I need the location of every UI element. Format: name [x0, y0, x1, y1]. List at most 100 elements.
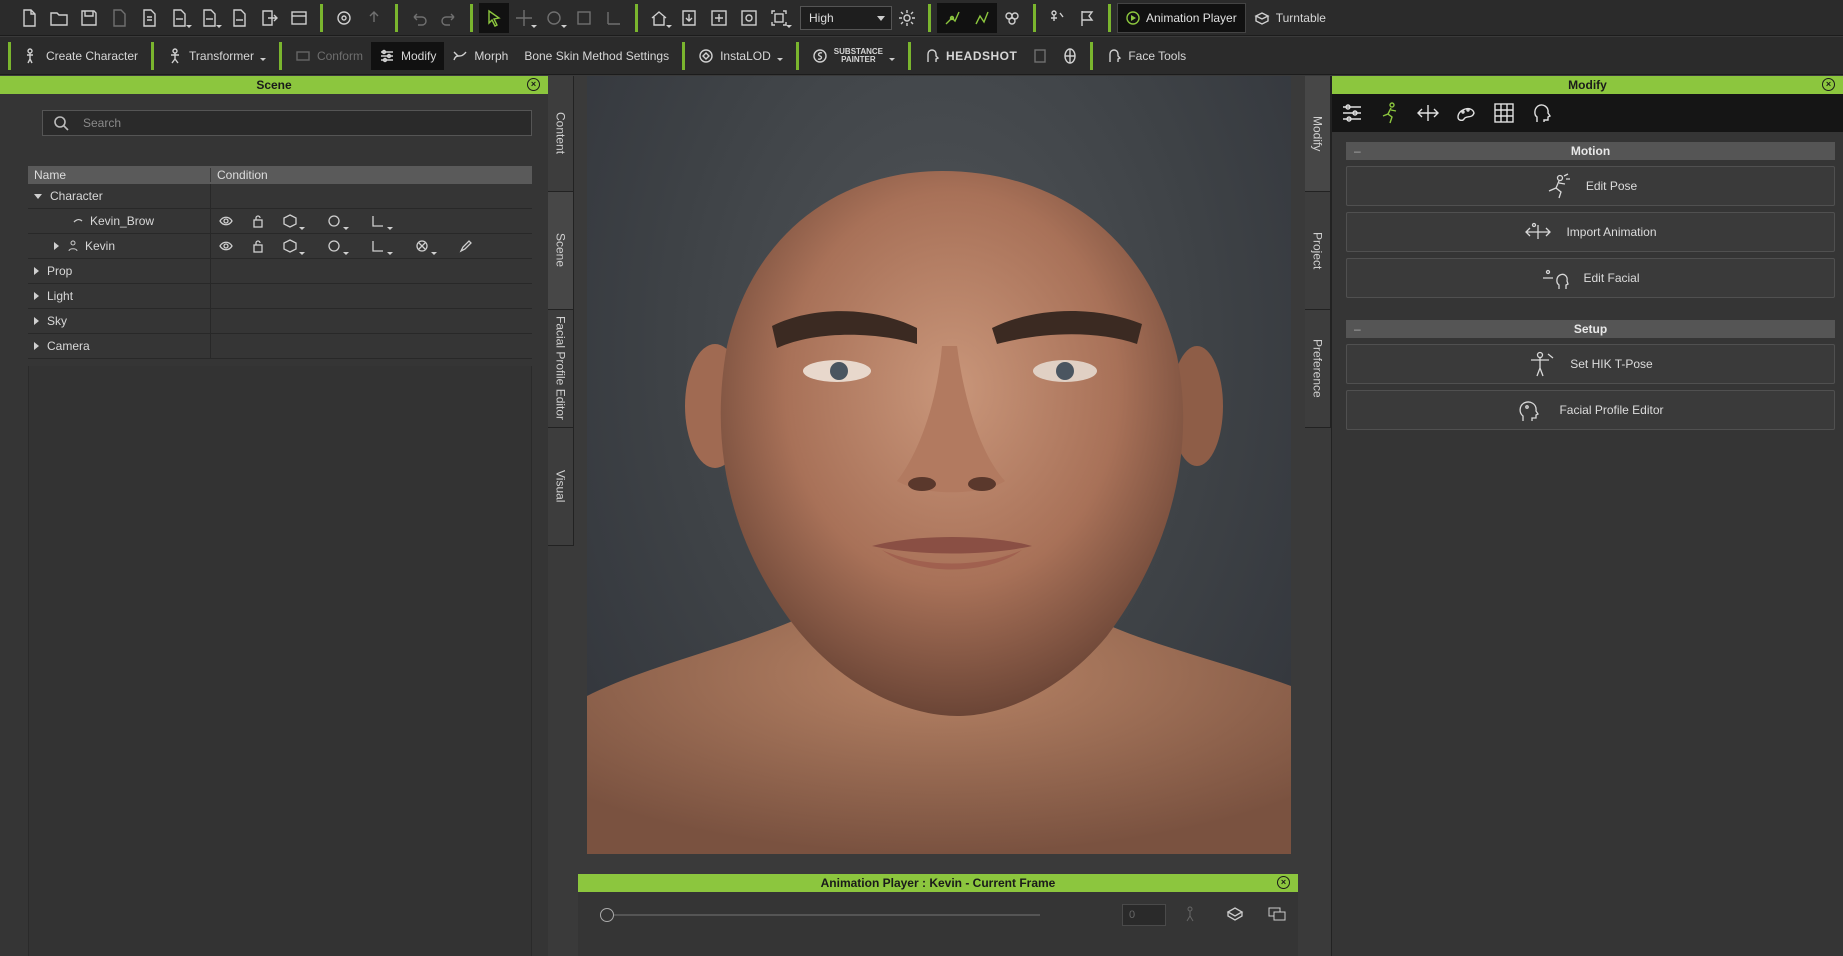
collapse-icon[interactable]: – [1354, 320, 1361, 338]
expand-arrow-icon[interactable] [34, 292, 39, 300]
flag-icon[interactable] [1072, 3, 1102, 33]
facial-profile-editor-button[interactable]: Facial Profile Editor [1346, 390, 1835, 430]
motion-edit-icon[interactable] [1412, 98, 1444, 128]
set-hik-tpose-button[interactable]: Set HIK T-Pose [1346, 344, 1835, 384]
morph-button[interactable]: Morph [444, 42, 516, 70]
tab-scene[interactable]: Scene [548, 192, 574, 310]
undo-icon[interactable] [404, 3, 434, 33]
3d-viewport[interactable] [587, 76, 1291, 854]
expand-arrow-icon[interactable] [54, 242, 59, 250]
substance-painter-button[interactable]: SUBSTANCE PAINTER [804, 42, 903, 70]
texture-checker-icon[interactable] [1488, 98, 1520, 128]
ik-toggle-icon[interactable] [937, 2, 967, 33]
material-palette-icon[interactable] [1450, 98, 1482, 128]
setup-section-header[interactable]: – Setup [1346, 320, 1835, 338]
tree-row-character[interactable]: Character [28, 184, 532, 209]
pipeline-icon[interactable] [284, 3, 314, 33]
cube-icon[interactable] [283, 239, 305, 255]
frame-input[interactable]: 0 [1122, 904, 1166, 926]
modify-button[interactable]: Modify [370, 41, 445, 70]
tab-content[interactable]: Content [548, 76, 574, 192]
select-arrow-icon[interactable] [479, 2, 509, 33]
open-folder-icon[interactable] [44, 3, 74, 33]
tree-row-light[interactable]: Light [28, 284, 532, 309]
link-icon[interactable] [371, 239, 393, 255]
lock-icon[interactable] [251, 239, 265, 253]
align-icon[interactable] [599, 3, 629, 33]
facial-head-icon[interactable] [1526, 98, 1558, 128]
edit-pose-button[interactable]: Edit Pose [1346, 166, 1835, 206]
rotate-icon[interactable] [539, 3, 569, 33]
tree-row-kevin[interactable]: Kevin [28, 234, 532, 259]
frame-icon[interactable] [764, 3, 794, 33]
walk-icon[interactable] [1182, 906, 1198, 925]
fk-toggle-icon[interactable] [967, 2, 997, 33]
link-icon[interactable] [371, 214, 393, 230]
search-input[interactable]: Search [42, 110, 532, 136]
window-mode-icon[interactable] [1268, 906, 1286, 925]
group-icon[interactable] [997, 3, 1027, 33]
close-icon[interactable]: × [1277, 876, 1290, 889]
material-sphere-icon[interactable] [327, 239, 349, 255]
expand-arrow-icon[interactable] [34, 193, 42, 199]
usd-export-icon[interactable] [224, 3, 254, 33]
transformer-button[interactable]: Transformer [159, 42, 274, 70]
lock-icon[interactable] [251, 214, 265, 228]
light-icon[interactable] [892, 3, 922, 33]
tab-preference[interactable]: Preference [1305, 310, 1331, 428]
animation-player-button[interactable]: Animation Player [1117, 2, 1246, 33]
turntable-button[interactable]: Turntable [1246, 4, 1334, 32]
visibility-eye-icon[interactable] [219, 239, 233, 253]
tree-row-prop[interactable]: Prop [28, 259, 532, 284]
obj-export-icon[interactable] [164, 3, 194, 33]
timeline-slider-handle[interactable] [600, 908, 614, 922]
attributes-sliders-icon[interactable] [1336, 98, 1368, 128]
face-tools-button[interactable]: Face Tools [1098, 42, 1194, 70]
export-icon[interactable] [134, 3, 164, 33]
material-sphere-icon[interactable] [327, 214, 349, 230]
expand-arrow-icon[interactable] [34, 342, 39, 350]
expand-arrow-icon[interactable] [34, 267, 39, 275]
save-icon[interactable] [74, 3, 104, 33]
tree-row-camera[interactable]: Camera [28, 334, 532, 359]
home-camera-icon[interactable] [644, 3, 674, 33]
tab-project[interactable]: Project [1305, 192, 1331, 310]
close-icon[interactable]: × [527, 78, 540, 91]
timeline-slider-track[interactable] [600, 914, 1040, 916]
upload-icon[interactable] [359, 3, 389, 33]
bone-skin-button[interactable]: Bone Skin Method Settings [516, 42, 677, 70]
new-file-icon[interactable] [14, 3, 44, 33]
import-animation-button[interactable]: Import Animation [1346, 212, 1835, 252]
send-icon[interactable] [254, 3, 284, 33]
expand-arrow-icon[interactable] [34, 317, 39, 325]
create-character-button[interactable]: Create Character [16, 42, 146, 70]
motion-pose-icon[interactable] [1374, 98, 1406, 128]
tree-row-kevin-brow[interactable]: Kevin_Brow [28, 209, 532, 234]
headshot-settings-icon[interactable] [1025, 41, 1055, 71]
headshot-button[interactable]: HEADSHOT [916, 42, 1025, 70]
quality-dropdown[interactable]: High [800, 5, 892, 30]
tab-facial-profile-editor[interactable]: Facial Profile Editor [548, 310, 574, 428]
instalod-button[interactable]: InstaLOD [690, 42, 791, 70]
tab-modify[interactable]: Modify [1305, 76, 1331, 192]
motion-section-header[interactable]: – Motion [1346, 142, 1835, 160]
character-pose-icon[interactable] [1042, 3, 1072, 33]
cube-icon[interactable] [283, 214, 305, 230]
tree-row-sky[interactable]: Sky [28, 309, 532, 334]
head-mesh-icon[interactable] [1055, 41, 1085, 71]
move-icon[interactable] [509, 3, 539, 33]
turntable-icon[interactable] [1226, 906, 1244, 925]
collapse-icon[interactable]: – [1354, 142, 1361, 160]
save-as-icon[interactable] [104, 3, 134, 33]
redo-icon[interactable] [434, 3, 464, 33]
fbx-export-icon[interactable] [194, 3, 224, 33]
visibility-eye-icon[interactable] [219, 214, 233, 228]
target-icon[interactable] [415, 239, 437, 255]
smart-search-icon[interactable] [329, 3, 359, 33]
tab-visual[interactable]: Visual [548, 428, 574, 546]
zoom-selected-icon[interactable] [734, 3, 764, 33]
scale-icon[interactable] [569, 3, 599, 33]
zoom-extents-icon[interactable] [704, 3, 734, 33]
edit-facial-button[interactable]: Edit Facial [1346, 258, 1835, 298]
pencil-icon[interactable] [459, 239, 473, 253]
